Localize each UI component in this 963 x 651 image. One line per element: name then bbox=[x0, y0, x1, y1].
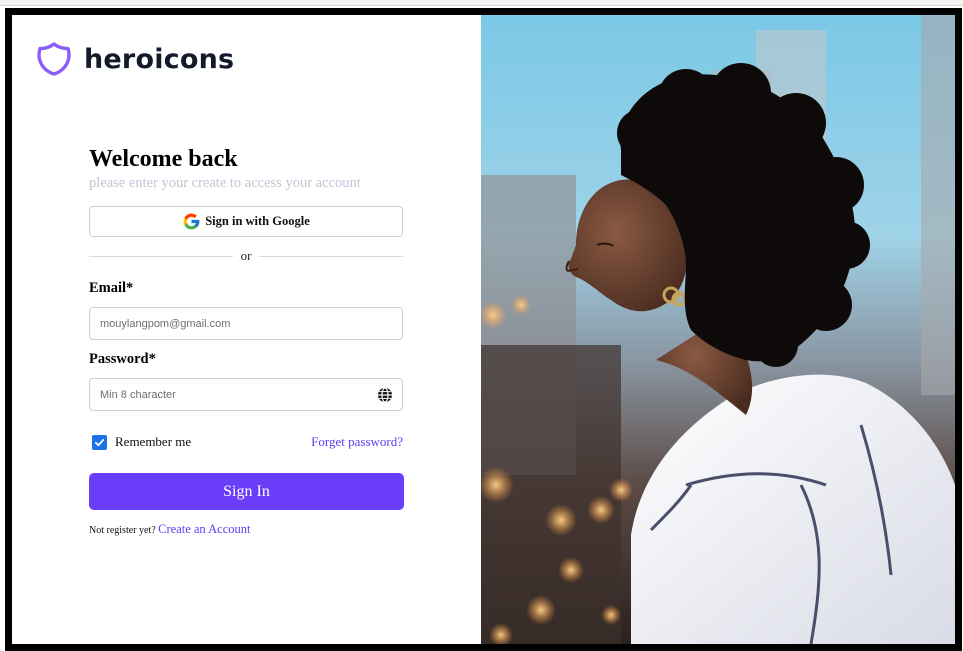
page-subtitle: please enter your create to access your … bbox=[89, 175, 361, 191]
form-options: Remember me Forget password? bbox=[89, 433, 403, 451]
browser-top-strip bbox=[0, 0, 963, 6]
brand-name: heroicons bbox=[84, 43, 235, 75]
remember-me: Remember me bbox=[89, 434, 191, 450]
email-field[interactable] bbox=[90, 308, 402, 339]
google-signin-button[interactable]: Sign in with Google bbox=[89, 206, 403, 237]
email-field-wrapper bbox=[89, 307, 403, 340]
remember-me-checkbox[interactable] bbox=[92, 434, 107, 450]
or-divider: or bbox=[89, 247, 403, 265]
brand: heroicons bbox=[36, 41, 234, 77]
hero-panel bbox=[481, 15, 955, 644]
google-signin-label: Sign in with Google bbox=[205, 214, 310, 228]
register-prompt-text: Not register yet? bbox=[89, 525, 156, 536]
register-prompt: Not register yet? Create an Account bbox=[89, 522, 403, 537]
hero-image bbox=[481, 15, 955, 644]
divider-line-right bbox=[259, 255, 403, 257]
login-form: Welcome back please enter your create to… bbox=[89, 145, 404, 537]
forgot-password-link[interactable]: Forget password? bbox=[311, 434, 403, 450]
divider-line-left bbox=[89, 255, 233, 257]
create-account-link[interactable]: Create an Account bbox=[158, 522, 250, 536]
google-icon bbox=[183, 213, 200, 230]
globe-icon[interactable] bbox=[377, 387, 393, 403]
remember-me-label: Remember me bbox=[115, 434, 192, 449]
page-title: Welcome back bbox=[89, 146, 238, 172]
password-field-wrapper bbox=[89, 378, 403, 411]
check-icon bbox=[94, 438, 105, 446]
email-label: Email* bbox=[89, 280, 134, 296]
sign-in-button[interactable]: Sign In bbox=[89, 473, 404, 510]
password-label: Password* bbox=[89, 351, 156, 367]
divider-text: or bbox=[240, 248, 252, 263]
shield-icon bbox=[37, 42, 71, 76]
login-card: heroicons Welcome back please enter your… bbox=[5, 8, 962, 651]
password-field[interactable] bbox=[90, 379, 402, 410]
login-panel: heroicons Welcome back please enter your… bbox=[12, 15, 481, 644]
